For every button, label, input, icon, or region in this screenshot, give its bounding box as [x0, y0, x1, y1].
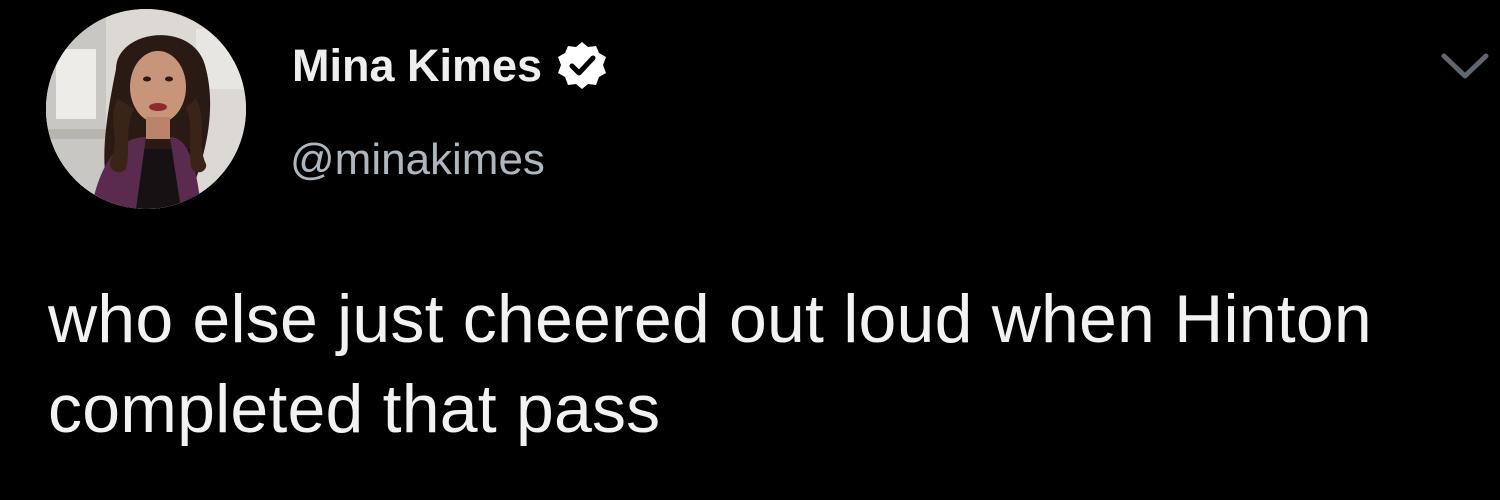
avatar-photo [46, 9, 246, 209]
chevron-down-icon[interactable] [1436, 46, 1494, 86]
tweet-card: Mina Kimes @minakimes who else just chee… [0, 0, 1500, 500]
author-handle[interactable]: @minakimes [290, 132, 545, 188]
avatar[interactable] [46, 9, 246, 209]
author-display-name[interactable]: Mina Kimes [292, 38, 542, 94]
author-name-row[interactable]: Mina Kimes [292, 38, 610, 94]
tweet-text: who else just cheered out loud when Hint… [48, 281, 1372, 447]
verified-badge-icon [554, 38, 610, 94]
